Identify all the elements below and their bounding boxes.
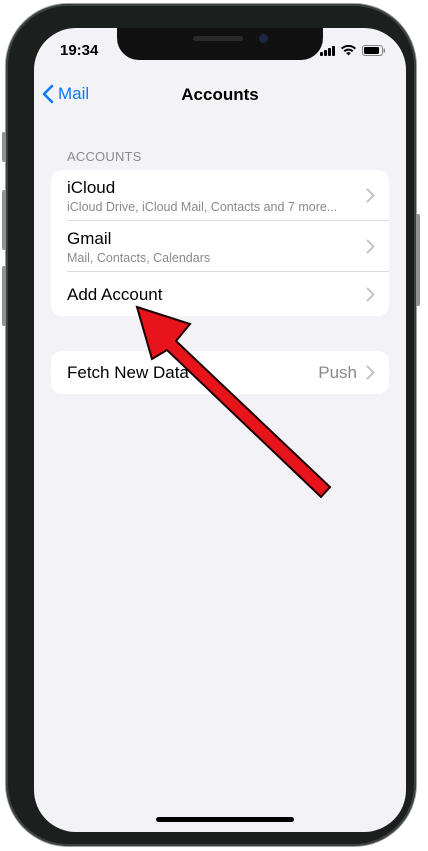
side-button-volume-up [2, 190, 6, 250]
fetch-new-data-value: Push [318, 363, 357, 382]
chevron-right-icon [366, 365, 375, 380]
phone-frame: 19:34 Mail Accounts ACCOUNTS iCloud iClo… [2, 4, 420, 846]
speaker-grille [193, 36, 243, 41]
screen: 19:34 Mail Accounts ACCOUNTS iCloud iClo… [34, 28, 406, 832]
account-title: iCloud [67, 178, 116, 197]
battery-icon [362, 45, 386, 56]
fetch-settings-list: Fetch New Data Push [51, 351, 389, 394]
chevron-right-icon [366, 287, 375, 302]
account-subtitle: Mail, Contacts, Calendars [67, 251, 211, 265]
account-subtitle: iCloud Drive, iCloud Mail, Contacts and … [67, 200, 338, 214]
wifi-icon [341, 45, 356, 56]
home-indicator[interactable] [156, 817, 294, 822]
notch [117, 28, 323, 60]
front-camera [259, 34, 268, 43]
accounts-list: iCloud iCloud Drive, iCloud Mail, Contac… [51, 170, 389, 316]
chevron-right-icon [366, 239, 375, 254]
fetch-new-data-label: Fetch New Data [67, 363, 189, 382]
account-row-gmail[interactable]: Gmail Mail, Contacts, Calendars [51, 221, 389, 272]
side-button-silent [2, 132, 6, 162]
page-title: Accounts [181, 85, 259, 104]
add-account-label: Add Account [67, 285, 163, 304]
status-icons [320, 45, 386, 56]
side-button-volume-down [2, 266, 6, 326]
navigation-bar: Mail Accounts [34, 80, 406, 110]
chevron-right-icon [366, 188, 375, 203]
signal-icon [320, 45, 335, 56]
status-time: 19:34 [60, 42, 99, 59]
side-button-power [416, 214, 420, 306]
account-title: Gmail [67, 229, 112, 248]
account-row-icloud[interactable]: iCloud iCloud Drive, iCloud Mail, Contac… [51, 170, 389, 221]
section-header-accounts: ACCOUNTS [67, 149, 142, 164]
fetch-new-data-row[interactable]: Fetch New Data Push [51, 351, 389, 394]
add-account-row[interactable]: Add Account [51, 272, 389, 316]
